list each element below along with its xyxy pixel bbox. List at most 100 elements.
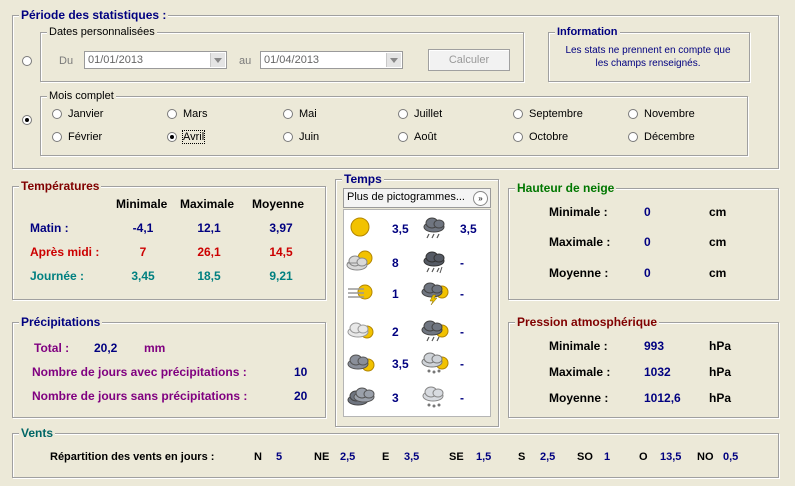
chevron-down-icon[interactable]: [386, 53, 401, 67]
neige-min-unit: cm: [709, 205, 727, 219]
month-label[interactable]: Février: [68, 131, 102, 143]
sun-icon: [346, 215, 376, 239]
mois-legend: Mois complet: [47, 90, 116, 102]
radio-month-0[interactable]: [52, 109, 62, 119]
information-frame: Information: [548, 26, 750, 82]
temp-apresmidi-min: 7: [139, 245, 147, 259]
vent-dir-label: NO: [697, 451, 714, 463]
cloud-icon: [346, 384, 376, 408]
precip-avec-label: Nombre de jours avec précipitations :: [32, 365, 247, 379]
temps-left-value: 2: [392, 325, 399, 339]
month-label[interactable]: Juin: [299, 131, 319, 143]
vents-label: Répartition des vents en jours :: [50, 451, 215, 463]
sun-fog-icon: [346, 280, 376, 304]
month-label[interactable]: Juillet: [414, 108, 442, 120]
temps-right-value: -: [460, 287, 464, 301]
temp-matin-label: Matin :: [30, 221, 69, 235]
month-label[interactable]: Novembre: [644, 108, 695, 120]
temps-left-value: 3: [392, 391, 399, 405]
neige-max-label: Maximale :: [549, 235, 611, 249]
snow-icon: [420, 384, 450, 408]
dates-legend: Dates personnalisées: [47, 26, 157, 38]
vent-dir-label: SE: [449, 451, 464, 463]
calculer-button[interactable]: Calculer: [428, 49, 510, 71]
rain-sun-icon: [420, 318, 450, 342]
radio-month-5[interactable]: [628, 109, 638, 119]
periode-title: Période des statistiques :: [19, 8, 169, 22]
neige-moy-label: Moyenne :: [549, 266, 609, 280]
temp-journee-label: Journée :: [30, 269, 85, 283]
vent-dir-value: 1,5: [476, 451, 492, 463]
month-label[interactable]: Janvier: [68, 108, 103, 120]
vent-dir-label: S: [518, 451, 526, 463]
information-title: Information: [555, 26, 620, 38]
pression-min-label: Minimale :: [549, 339, 608, 353]
vent-dir-value: 0,5: [723, 451, 739, 463]
precip-sans-value: 20: [294, 389, 308, 403]
neige-moy-value: 0: [644, 266, 651, 280]
month-label[interactable]: Août: [414, 131, 437, 143]
temps-left-value: 3,5: [392, 222, 409, 236]
vent-dir-value: 1: [604, 451, 611, 463]
vent-dir-value: 5: [276, 451, 283, 463]
month-label[interactable]: Décembre: [644, 131, 695, 143]
radio-month-3[interactable]: [398, 109, 408, 119]
radio-month-10[interactable]: [513, 132, 523, 142]
radio-mois-complet[interactable]: [22, 115, 32, 125]
dark-cloud-sun-icon: [346, 350, 376, 374]
radio-month-2[interactable]: [283, 109, 293, 119]
pression-moy-unit: hPa: [709, 391, 732, 405]
temp-header-moy: Moyenne: [252, 197, 305, 211]
precip-avec-value: 10: [294, 365, 308, 379]
radio-month-8[interactable]: [283, 132, 293, 142]
vent-dir-value: 3,5: [404, 451, 420, 463]
month-label[interactable]: Septembre: [529, 108, 583, 120]
vent-dir-value: 2,5: [540, 451, 556, 463]
neige-min-label: Minimale :: [549, 205, 608, 219]
neige-min-value: 0: [644, 205, 651, 219]
du-date-combo[interactable]: 01/01/2013: [84, 51, 227, 69]
vent-dir-label: SO: [577, 451, 593, 463]
radio-dates-personnalisees[interactable]: [22, 56, 32, 66]
month-label[interactable]: Mars: [183, 108, 207, 120]
vents-title: Vents: [19, 426, 56, 440]
month-label[interactable]: Mai: [299, 108, 317, 120]
chevron-down-icon[interactable]: [210, 53, 225, 67]
vent-dir-label: E: [382, 451, 390, 463]
vent-dir-label: N: [254, 451, 262, 463]
cloud-sun-icon: [346, 318, 376, 342]
month-label[interactable]: Avril: [181, 130, 206, 144]
vent-dir-label: O: [639, 451, 648, 463]
temp-matin-max: 12,1: [197, 221, 221, 235]
radio-month-6[interactable]: [52, 132, 62, 142]
du-date-value: 01/01/2013: [88, 54, 144, 66]
month-label[interactable]: Octobre: [529, 131, 568, 143]
precip-total-unit: mm: [144, 341, 166, 355]
pictogrammes-dropdown-label: Plus de pictogrammes...: [347, 191, 465, 203]
radio-month-1[interactable]: [167, 109, 177, 119]
double-chevron-down-icon[interactable]: »: [473, 191, 488, 206]
radio-month-9[interactable]: [398, 132, 408, 142]
radio-month-4[interactable]: [513, 109, 523, 119]
pression-max-unit: hPa: [709, 365, 732, 379]
du-label: Du: [59, 55, 74, 67]
information-text-1: Les stats ne prennent en compte que: [565, 45, 731, 56]
precip-sans-label: Nombre de jours sans précipitations :: [32, 389, 248, 403]
pictogrammes-dropdown[interactable]: Plus de pictogrammes... »: [343, 188, 491, 208]
au-date-combo[interactable]: 01/04/2013: [260, 51, 403, 69]
pression-max-label: Maximale :: [549, 365, 611, 379]
temps-right-value: -: [460, 256, 464, 270]
pression-moy-label: Moyenne :: [549, 391, 609, 405]
pression-min-unit: hPa: [709, 339, 732, 353]
precip-total-value: 20,2: [94, 341, 118, 355]
temps-left-value: 1: [392, 287, 399, 301]
temp-apresmidi-max: 26,1: [197, 245, 221, 259]
temps-left-value: 8: [392, 256, 399, 270]
temps-right-value: 3,5: [460, 222, 477, 236]
radio-month-11[interactable]: [628, 132, 638, 142]
neige-title: Hauteur de neige: [515, 181, 617, 195]
radio-month-7[interactable]: [167, 132, 177, 142]
thunder-sun-icon: [420, 280, 450, 306]
temps-right-value: -: [460, 391, 464, 405]
pression-title: Pression atmosphérique: [515, 315, 660, 329]
